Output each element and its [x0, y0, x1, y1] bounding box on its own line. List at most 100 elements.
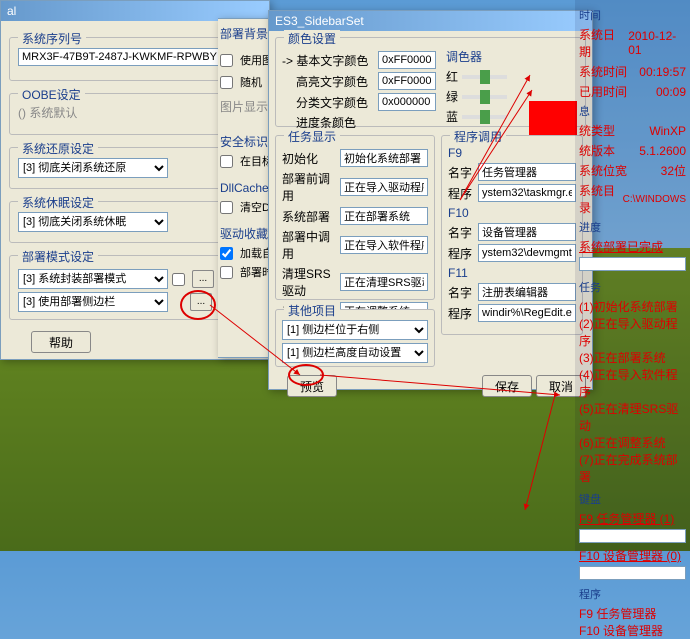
sys-time-value: 00:19:57 — [639, 65, 686, 79]
task-item-6: (6)正在调整系统 — [579, 434, 686, 451]
clean-srs-label: 清理SRS驱动 — [282, 265, 336, 299]
random-check[interactable] — [220, 76, 233, 89]
other-title: 其他项目 — [284, 302, 340, 319]
prog-group-title: 程序调用 — [450, 128, 506, 145]
f9-prog-input[interactable] — [478, 184, 576, 202]
f9-prog-label: 程序 — [448, 185, 474, 202]
sys-date-label: 系统日期 — [579, 26, 624, 60]
used-time-value: 00:09 — [656, 85, 686, 99]
task-item-1: (1)初始化系统部署 — [579, 298, 686, 315]
f9-label: F9 — [448, 146, 576, 160]
restore-select[interactable]: [3] 彻底关闭系统还原 — [18, 158, 168, 178]
serial-group-title: 系统序列号 — [18, 30, 86, 47]
basic-text-label: -> 基本文字颜色 — [282, 52, 374, 69]
deploy-driver-check[interactable] — [220, 266, 233, 279]
sys-deploy-input[interactable] — [340, 207, 428, 225]
task-item-5: (5)正在清理SRS驱动 — [579, 400, 686, 434]
pre-deploy-input[interactable] — [340, 178, 428, 196]
sys-bit-label: 系统位宽 — [579, 162, 627, 179]
use-image-check[interactable] — [220, 54, 233, 67]
f11-prog-label: 程序 — [448, 305, 474, 322]
deploy-mode-select[interactable]: [3] 系统封装部署模式 — [18, 269, 168, 289]
sys-deploy-label: 系统部署 — [282, 208, 336, 225]
green-slider[interactable] — [462, 95, 507, 99]
progress-section-title: 进度 — [579, 219, 686, 235]
f11-name-label: 名字 — [448, 284, 474, 301]
sys-path-value: C:\WINDOWS — [623, 194, 686, 205]
load-self-check[interactable] — [220, 247, 233, 260]
oobe-option: () 系统默认 — [18, 106, 77, 120]
sidebar-prog-1: F9 任务管理器 — [579, 605, 686, 622]
time-section-title: 时间 — [579, 7, 686, 23]
sidebarset-window: ES3_SidebarSet 颜色设置 -> 基本文字颜色 高亮文字颜色 分类文… — [268, 10, 593, 390]
oobe-title: OOBE设定 — [18, 86, 85, 103]
task-item-7: (7)正在完成系统部署 — [579, 451, 686, 485]
sidebar-select[interactable]: [3] 使用部署侧边栏 — [18, 292, 168, 312]
other-group: 其他项目 [1] 侧边栏位于右侧 [1] 侧边栏高度自动设置 — [275, 309, 435, 367]
help-button[interactable]: 帮助 — [31, 331, 91, 353]
save-button[interactable]: 保存 — [482, 375, 532, 397]
deploy-mode-check[interactable] — [172, 273, 185, 286]
category-label: 分类文字颜色 — [282, 94, 374, 111]
clean-srs-input[interactable] — [340, 273, 428, 291]
in-target-check[interactable] — [220, 155, 233, 168]
mid-deploy-input[interactable] — [340, 236, 428, 254]
serial-input[interactable] — [18, 48, 252, 66]
f10-prog-input[interactable] — [478, 244, 576, 262]
sidebar-prog-2: F10 设备管理器 — [579, 622, 686, 639]
pre-deploy-label: 部署前调用 — [282, 170, 336, 204]
info-section-title: 息 — [579, 103, 686, 119]
init-input[interactable] — [340, 149, 428, 167]
f10-name-input[interactable] — [478, 223, 576, 241]
task-item-4: (4)正在导入软件程序 — [579, 366, 686, 400]
color-group: 颜色设置 -> 基本文字颜色 高亮文字颜色 分类文字颜色 进度条颜色 调色器 红… — [275, 37, 586, 127]
f11-name-input[interactable] — [478, 283, 576, 301]
sys-ver-label: 统版本 — [579, 142, 615, 159]
annotation-circle-1 — [180, 290, 216, 320]
keyboard-section-title: 键盘 — [579, 491, 686, 507]
clear-dll-check[interactable] — [220, 201, 233, 214]
sidebar-pos-select[interactable]: [1] 侧边栏位于右侧 — [282, 320, 428, 340]
random-label: 随机 — [240, 74, 262, 90]
basic-text-input[interactable] — [378, 51, 436, 69]
blue-label: 蓝 — [446, 108, 458, 125]
mixer-title: 调色器 — [446, 48, 530, 65]
program-call-group: 程序调用 F9 名字 程序 F10 名字 程序 F11 名字 程序 — [441, 135, 583, 335]
highlight-label: 高亮文字颜色 — [282, 73, 374, 90]
kb-progress-2 — [579, 566, 686, 580]
kb-f10: F10 设备管理器 (0) — [579, 547, 686, 564]
used-time-label: 已用时间 — [579, 83, 627, 100]
f9-name-label: 名字 — [448, 164, 474, 181]
restore-title: 系统还原设定 — [18, 140, 98, 157]
sidebar-preview: 时间 系统日期2010-12-01 系统时间 00:19:57 已用时间 00:09… — [575, 0, 690, 551]
kb-progress-1 — [579, 529, 686, 543]
color-group-title: 颜色设置 — [284, 30, 340, 47]
sys-date-value: 2010-12-01 — [628, 29, 686, 57]
blue-slider[interactable] — [462, 115, 507, 119]
init-label: 初始化 — [282, 150, 336, 167]
sys-type-label: 统类型 — [579, 122, 615, 139]
kb-f9: F9 任务管理器 (1) — [579, 510, 686, 527]
f11-label: F11 — [448, 266, 576, 280]
f11-prog-input[interactable] — [478, 304, 576, 322]
progress-bar — [579, 257, 686, 271]
green-label: 绿 — [446, 88, 458, 105]
progress-text: 系统部署已完成 — [579, 238, 686, 255]
category-input[interactable] — [378, 93, 436, 111]
red-slider[interactable] — [462, 75, 507, 79]
hibernate-title: 系统休眠设定 — [18, 194, 98, 211]
sys-type-value: WinXP — [649, 124, 686, 138]
task-item-2: (2)正在导入驱动程序 — [579, 315, 686, 349]
deploy-title: 部署模式设定 — [18, 248, 98, 265]
sys-path-label: 系统目录 — [579, 182, 619, 216]
annotation-circle-2 — [288, 364, 324, 386]
sidebar-height-select[interactable]: [1] 侧边栏高度自动设置 — [282, 343, 428, 363]
sys-time-label: 系统时间 — [579, 63, 627, 80]
f9-name-input[interactable] — [478, 163, 576, 181]
mid-deploy-label: 部署中调用 — [282, 228, 336, 262]
sys-bit-value: 32位 — [661, 162, 686, 179]
hibernate-select[interactable]: [3] 彻底关闭系统休眠 — [18, 212, 168, 232]
deploy-mode-config-button[interactable]: ... — [192, 270, 214, 288]
sys-ver-value: 5.1.2600 — [639, 144, 686, 158]
highlight-input[interactable] — [378, 72, 436, 90]
